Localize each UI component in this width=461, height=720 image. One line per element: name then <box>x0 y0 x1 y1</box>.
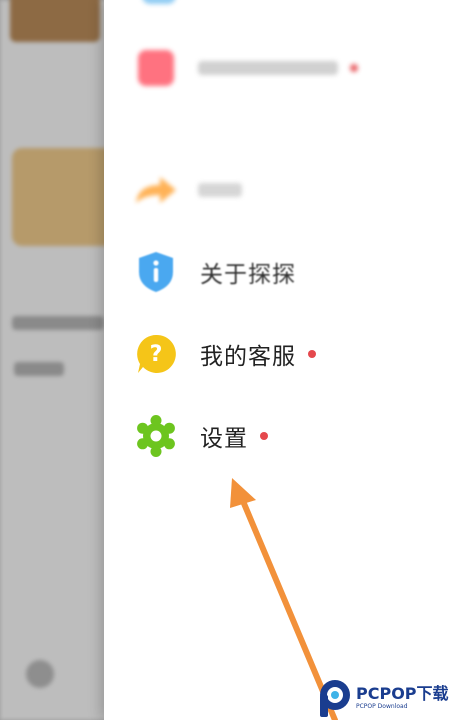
menu-item-settings[interactable]: 设置 <box>134 408 434 464</box>
pcpop-watermark: PCPOP下载 PCPOP Download <box>318 676 461 720</box>
watermark-title: PCPOP下载 <box>356 684 449 703</box>
info-shield-icon <box>134 250 178 294</box>
menu-item-label: 关于探探 <box>200 262 296 288</box>
square-icon <box>134 46 178 90</box>
menu-item-vip[interactable] <box>134 40 434 96</box>
menu-item-about[interactable]: 关于探探 <box>134 244 434 300</box>
gear-icon <box>134 414 178 458</box>
blurred-text-placeholder <box>198 183 242 197</box>
notification-dot <box>350 64 358 72</box>
help-bubble-icon: ? <box>134 332 178 376</box>
top-cut-icon <box>142 0 176 4</box>
share-icon <box>134 168 178 212</box>
background-card <box>12 148 116 246</box>
background-text-line <box>14 362 64 376</box>
menu-item-label: 设置 <box>200 426 248 452</box>
notification-dot <box>260 432 268 440</box>
background-text-line <box>12 316 104 330</box>
svg-text:?: ? <box>150 342 163 367</box>
pcpop-logo-icon <box>320 680 350 717</box>
menu-item-share[interactable] <box>134 162 434 218</box>
background-thumbnail <box>10 0 100 42</box>
menu-item-customer-service[interactable]: ? 我的客服 <box>134 326 434 382</box>
notification-dot <box>308 350 316 358</box>
background-icon <box>26 660 54 688</box>
side-drawer: 关于探探 ? 我的客服 设置 <box>104 0 461 720</box>
watermark-subtitle: PCPOP Download <box>356 703 408 710</box>
blurred-text-placeholder <box>198 61 338 75</box>
menu-item-label: 我的客服 <box>200 344 296 370</box>
